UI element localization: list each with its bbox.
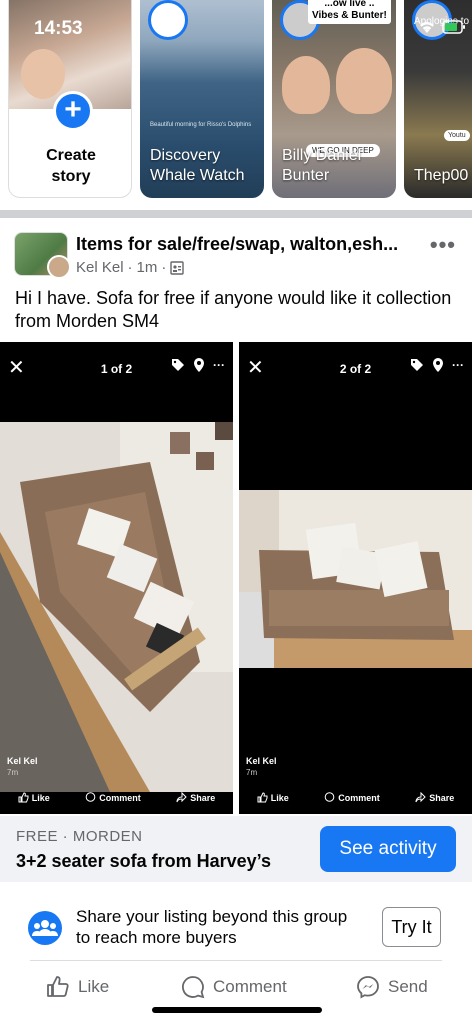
viewer-like-button[interactable]: Like (18, 792, 50, 803)
listing-title: 3+2 seater sofa from Harvey’s (16, 851, 271, 871)
story-name: Billy Daniel Bunter (282, 147, 362, 184)
like-icon (257, 792, 268, 803)
status-icons (418, 20, 466, 34)
person-photo (282, 56, 330, 114)
listing-bar[interactable]: FREE · MORDEN 3+2 seater sofa from Harve… (0, 816, 472, 882)
tag-icon[interactable] (410, 358, 424, 372)
home-indicator[interactable] (152, 1007, 322, 1013)
comment-icon (324, 792, 335, 802)
story-caption: ...ow live .. Vibes & Bunter! (308, 0, 391, 24)
group-name[interactable]: Items for sale/free/swap, walton,esh... (76, 234, 426, 255)
post-text: Hi I have. Sofa for free if anyone would… (15, 288, 452, 331)
viewer-author[interactable]: Kel Kel (246, 756, 277, 766)
sofa-photo[interactable] (239, 490, 472, 668)
section-divider (0, 210, 472, 218)
more-icon[interactable]: ··· (213, 358, 225, 372)
viewer-time: 7m (7, 768, 19, 777)
like-icon (18, 792, 29, 803)
viewer-time: 7m (246, 768, 258, 777)
comment-icon (85, 792, 96, 802)
like-icon (47, 976, 69, 997)
see-activity-button[interactable]: See activity (320, 826, 456, 872)
plus-icon[interactable]: + (53, 91, 93, 131)
status-time: 14:53 (34, 18, 83, 39)
post-meta: Kel Kel · 1m · (76, 259, 185, 276)
try-it-button[interactable]: Try It (382, 907, 441, 947)
photo-viewer[interactable]: ✕ 2 of 2 ··· Kel Kel 7m Like Comment Sha… (239, 342, 472, 814)
send-button[interactable]: Send (356, 975, 428, 999)
location-icon[interactable] (432, 358, 444, 372)
share-listing-text: Share your listing beyond this group to … (76, 907, 348, 947)
person-photo (336, 48, 392, 114)
viewer-comment-button[interactable]: Comment (324, 792, 380, 803)
post-actions: Like Comment Send (0, 975, 472, 1009)
create-story-label: Create story (46, 147, 96, 185)
more-icon[interactable]: ··· (452, 358, 464, 372)
more-options-icon[interactable]: ••• (430, 232, 456, 258)
viewer-author[interactable]: Kel Kel (7, 756, 38, 766)
tag-icon[interactable] (171, 358, 185, 372)
group-avatar[interactable] (14, 232, 71, 279)
story-avatar (148, 0, 188, 40)
viewer-share-button[interactable]: Share (176, 792, 215, 803)
battery-icon (442, 20, 465, 34)
group-icon (28, 911, 62, 945)
comment-icon (182, 976, 205, 999)
story-name: Thep00 (414, 167, 469, 184)
author-name[interactable]: Kel Kel (76, 259, 124, 276)
listing-price-location: FREE · MORDEN (16, 828, 143, 845)
story-card-discovery[interactable]: Beautiful morning for Risso's Dolphins D… (140, 0, 264, 198)
viewer-like-button[interactable]: Like (257, 792, 289, 803)
story-card-billy[interactable]: ...ow live .. Vibes & Bunter! WE GO IN D… (272, 0, 396, 198)
author-avatar[interactable] (47, 255, 71, 279)
sofa-photo[interactable] (0, 422, 233, 792)
comment-button[interactable]: Comment (181, 975, 287, 999)
story-caption: Beautiful morning for Risso's Dolphins (150, 122, 252, 128)
viewer-comment-button[interactable]: Comment (85, 792, 141, 803)
wifi-icon (420, 22, 434, 33)
photo-viewer[interactable]: ✕ 1 of 2 ··· Kel Kel 7m Like Comment Sha… (0, 342, 233, 814)
share-icon (176, 792, 187, 803)
story-name: Discovery Whale Watch (150, 147, 245, 184)
story-badge: Youtu (444, 130, 470, 141)
messenger-icon (357, 976, 379, 999)
like-button[interactable]: Like (46, 975, 109, 999)
location-icon[interactable] (193, 358, 205, 372)
viewer-share-button[interactable]: Share (415, 792, 454, 803)
divider (30, 960, 442, 961)
share-icon (415, 792, 426, 803)
group-privacy-icon (170, 260, 185, 275)
post-time[interactable]: 1m (137, 259, 158, 276)
